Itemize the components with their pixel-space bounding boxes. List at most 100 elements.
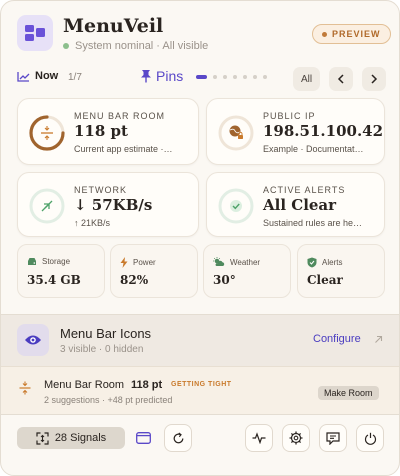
card-label: MENU BAR ROOM — [74, 111, 166, 121]
menu-bar-icons-section[interactable]: Menu Bar Icons 3 visible · 0 hidden Conf… — [1, 314, 399, 366]
gear-icon — [289, 431, 303, 445]
refresh-icon — [173, 432, 183, 443]
pulse-icon — [252, 432, 266, 444]
room-subtitle: 2 suggestions · +48 pt predicted — [44, 395, 173, 405]
make-room-button[interactable]: Make Room — [318, 386, 379, 400]
tile-label: Power — [133, 258, 156, 267]
storage-tile[interactable]: Storage 35.4 GB — [17, 244, 105, 298]
feedback-button[interactable] — [319, 424, 347, 452]
badge-dot-icon — [322, 31, 327, 37]
check-icon — [230, 200, 242, 212]
pin-icon — [141, 70, 151, 83]
tile-label: Storage — [42, 257, 71, 266]
weather-icon — [213, 257, 225, 266]
menu-bar-icons-subtitle: 3 visible · 0 hidden — [60, 344, 144, 355]
message-icon — [326, 431, 340, 445]
resize-icon — [19, 381, 31, 395]
power-icon — [364, 432, 376, 445]
next-page-button[interactable] — [362, 67, 386, 91]
external-link-icon[interactable] — [374, 335, 383, 344]
tile-label: Alerts — [322, 258, 343, 267]
shield-check-icon — [307, 257, 317, 268]
status-text: System nominal · All visible — [75, 40, 209, 52]
now-label: Now — [35, 70, 59, 82]
chevron-right-icon — [371, 74, 378, 84]
page-dot[interactable] — [233, 75, 237, 79]
page-indicator: 1/7 — [68, 72, 82, 83]
network-ring — [29, 188, 65, 224]
page-dot[interactable] — [243, 75, 247, 79]
pins-label: Pins — [156, 68, 184, 84]
menu-bar-icons-title: Menu Bar Icons — [60, 326, 152, 341]
tile-value: 35.4 GB — [27, 273, 81, 287]
card-value: 198.51.100.42 — [263, 122, 384, 140]
globe-lock-icon — [229, 125, 243, 139]
page-dot[interactable] — [213, 75, 217, 79]
window-toggle-button[interactable] — [136, 431, 151, 449]
app-grid-icon — [17, 15, 53, 51]
pins-tab[interactable]: Pins — [140, 68, 183, 84]
card-subtitle: ↑ 21KB/s — [74, 218, 111, 228]
footer-toolbar: 28 Signals — [1, 415, 399, 475]
card-value: All Clear — [263, 196, 337, 214]
system-status: System nominal · All visible — [63, 40, 208, 52]
menuveil-panel: MenuVeil System nominal · All visible PR… — [0, 0, 400, 476]
card-value: ↓ 57KB/s — [74, 196, 153, 214]
card-label: PUBLIC IP — [263, 111, 316, 121]
menu-bar-room-card[interactable]: MENU BAR ROOM 118 pt Current app estimat… — [17, 98, 199, 165]
bolt-icon — [120, 257, 128, 268]
tile-value: Clear — [307, 273, 343, 287]
previous-page-button[interactable] — [329, 67, 353, 91]
settings-button[interactable] — [282, 424, 310, 452]
preview-badge: PREVIEW — [312, 24, 391, 44]
all-button[interactable]: All — [293, 67, 320, 91]
card-subtitle: Sustained rules are he… — [263, 218, 363, 228]
alerts-tile[interactable]: Alerts Clear — [297, 244, 385, 298]
card-label: ACTIVE ALERTS — [263, 185, 346, 195]
room-status-badge: GETTING TIGHT — [171, 381, 232, 388]
public-ip-card[interactable]: PUBLIC IP 198.51.100.42 Example · Docume… — [206, 98, 385, 165]
room-value: 118 pt — [131, 379, 163, 391]
chart-icon — [17, 71, 30, 82]
now-tab[interactable]: Now — [17, 70, 58, 82]
page-navigation: Now 1/7 Pins All — [1, 63, 399, 93]
weather-tile[interactable]: Weather 30° — [203, 244, 291, 298]
ip-ring — [218, 115, 254, 151]
configure-link[interactable]: Configure — [313, 333, 361, 345]
quit-button[interactable] — [356, 424, 384, 452]
window-icon — [136, 432, 151, 444]
card-subtitle: Current app estimate ·… — [74, 144, 173, 154]
tile-value: 82% — [120, 273, 149, 287]
activity-button[interactable] — [245, 424, 273, 452]
card-value: 118 pt — [74, 122, 128, 140]
alerts-ring — [218, 188, 254, 224]
signals-label: 28 Signals — [54, 432, 107, 444]
chevron-left-icon — [337, 74, 344, 84]
resize-icon — [41, 126, 53, 140]
room-title: Menu Bar Room — [44, 379, 125, 391]
signals-button[interactable]: 28 Signals — [17, 427, 125, 449]
power-tile[interactable]: Power 82% — [110, 244, 198, 298]
refresh-button[interactable] — [164, 424, 192, 452]
page-dot[interactable] — [263, 75, 267, 79]
page-dot[interactable] — [253, 75, 257, 79]
app-title: MenuVeil — [63, 15, 164, 37]
card-label: NETWORK — [74, 185, 127, 195]
preview-badge-label: PREVIEW — [332, 29, 381, 39]
network-card[interactable]: NETWORK ↓ 57KB/s ↑ 21KB/s — [17, 172, 199, 237]
tile-value: 30° — [213, 273, 236, 287]
expand-icon — [36, 431, 49, 445]
card-subtitle: Example · Documentat… — [263, 144, 364, 154]
page-dots — [196, 75, 273, 79]
status-dot-icon — [63, 43, 69, 49]
eye-icon — [17, 324, 49, 356]
disk-icon — [28, 258, 36, 265]
page-dot[interactable] — [223, 75, 227, 79]
room-gauge — [29, 115, 65, 151]
active-alerts-card[interactable]: ACTIVE ALERTS All Clear Sustained rules … — [206, 172, 385, 237]
network-arrows-icon — [41, 200, 53, 212]
page-dot[interactable] — [196, 75, 207, 79]
tile-label: Weather — [230, 257, 261, 267]
menu-bar-room-section: Menu Bar Room 118 pt GETTING TIGHT 2 sug… — [1, 366, 399, 415]
header: MenuVeil System nominal · All visible PR… — [1, 1, 399, 63]
